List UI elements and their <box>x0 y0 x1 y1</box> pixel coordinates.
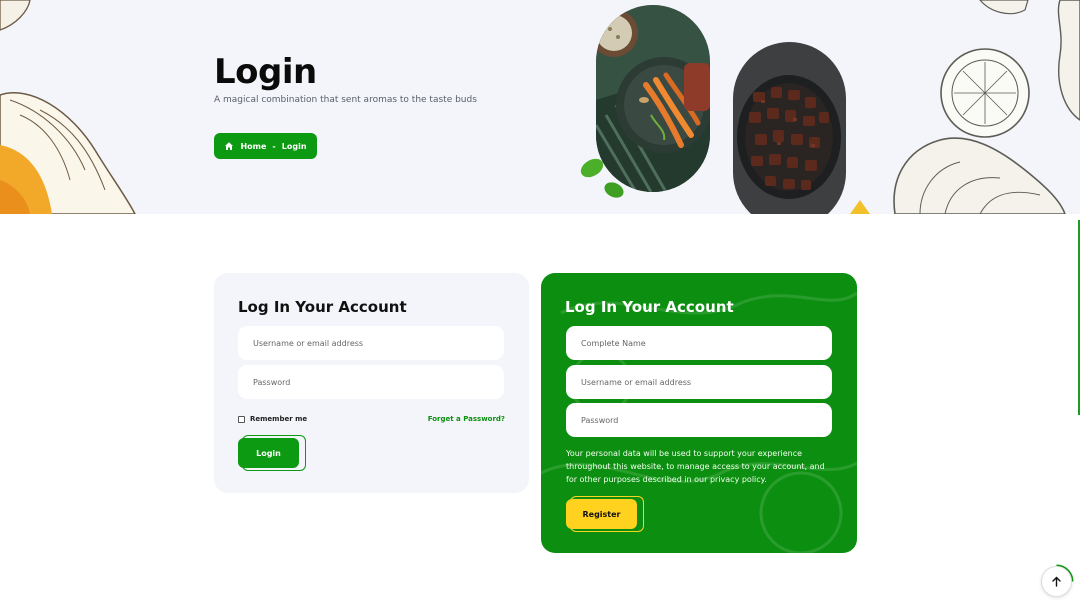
privacy-notice: Your personal data will be used to suppo… <box>566 449 825 484</box>
arrow-up-icon <box>1052 576 1061 587</box>
basil-leaves <box>580 158 624 198</box>
login-card-title: Log In Your Account <box>238 298 407 316</box>
breadcrumb-current: Login <box>281 141 307 151</box>
breadcrumb-separator: - <box>272 141 276 151</box>
vegetable-illustration-right <box>850 0 1080 214</box>
register-card-title: Log In Your Account <box>565 298 734 316</box>
login-button[interactable]: Login <box>238 438 299 468</box>
register-username-placeholder: Username or email address <box>581 377 692 387</box>
register-card: Log In Your Account Complete Name Userna… <box>541 273 857 553</box>
forgot-password-link[interactable]: Forget a Password? <box>428 415 505 423</box>
register-password-input[interactable]: Password <box>566 403 832 437</box>
register-password-placeholder: Password <box>581 415 619 425</box>
login-password-input[interactable]: Password <box>238 365 504 399</box>
login-username-placeholder: Username or email address <box>253 338 364 348</box>
register-username-input[interactable]: Username or email address <box>566 365 832 399</box>
back-to-top-button[interactable] <box>1041 566 1072 597</box>
page-hero: Login A magical combination that sent ar… <box>0 0 1080 214</box>
food-image-beef <box>733 42 846 214</box>
login-button-wrap: Login <box>238 434 306 471</box>
breadcrumb-home[interactable]: Home <box>240 142 266 151</box>
page-title: Login <box>214 52 317 92</box>
register-name-input[interactable]: Complete Name <box>566 326 832 360</box>
register-button[interactable]: Register <box>566 499 637 529</box>
home-icon[interactable] <box>224 141 234 151</box>
register-name-placeholder: Complete Name <box>581 338 646 348</box>
page-subtitle: A magical combination that sent aromas t… <box>214 95 477 105</box>
login-page: Login A magical combination that sent ar… <box>0 0 1080 605</box>
login-card: Log In Your Account Username or email ad… <box>214 273 529 493</box>
login-password-placeholder: Password <box>253 377 291 387</box>
breadcrumb: Home - Login <box>214 133 317 159</box>
register-button-wrap: Register <box>566 495 644 532</box>
vegetable-illustration-left <box>0 0 136 214</box>
remember-me-label: Remember me <box>250 415 308 423</box>
remember-me-checkbox[interactable] <box>238 415 245 423</box>
remember-me[interactable]: Remember me <box>238 415 307 423</box>
login-username-input[interactable]: Username or email address <box>238 326 504 360</box>
